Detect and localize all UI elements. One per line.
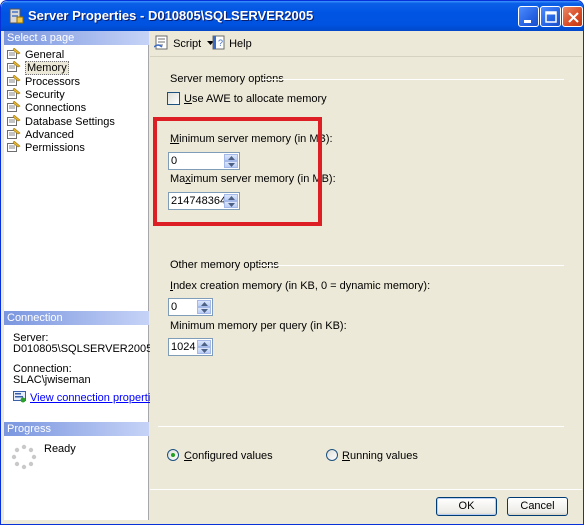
connection-properties-icon [13,391,26,403]
page-item-connections[interactable]: Connections [7,101,86,114]
maximize-icon [545,11,557,23]
query-memory-label: Minimum memory per query (in KB): [170,320,347,332]
configured-values-radio[interactable] [167,449,179,461]
help-label: Help [229,38,252,50]
cancel-button[interactable]: Cancel [507,497,568,516]
radio-selected-dot [171,453,175,457]
ok-button[interactable]: OK [436,497,497,516]
close-icon [568,12,579,23]
caret-up-icon [201,302,208,306]
index-memory-label-rest: ndex creation memory (in KB, 0 = dynamic… [173,280,431,292]
page-item-label: Processors [25,75,81,88]
dialog-button-bar: OK Cancel [150,489,582,522]
query-memory-value: 1024 [171,341,196,353]
running-values-label: Running values [342,450,418,462]
script-label: Script [173,38,202,50]
help-button[interactable]: ? Help [212,35,252,53]
page-item-memory[interactable]: Memory [7,61,69,76]
page-item-database-settings[interactable]: Database Settings [7,114,115,128]
select-page-header: Select a page [4,31,149,45]
caret-down-icon [201,349,208,353]
highlight-box [153,117,322,226]
title-bar[interactable]: Server Properties - D010805\SQLSERVER200… [1,1,583,31]
query-memory-down-button[interactable] [197,347,211,354]
server-value: D010805\SQLSERVER2005 [13,343,153,355]
page-icon [7,87,21,99]
page-icon [7,141,21,153]
index-memory-stepper[interactable]: 0 [168,298,213,316]
progress-spinner-icon [11,444,37,470]
page-item-label: Database Settings [25,115,115,128]
page-icon [7,127,21,139]
maximize-button[interactable] [540,6,561,27]
connection-header: Connection [4,311,149,325]
left-panel: Select a page General Memory Processors Sec… [4,31,162,520]
query-memory-up-button[interactable] [197,340,211,347]
view-connection-properties-label: View connection properties [30,392,162,404]
page-item-label: Security [25,88,65,101]
minimize-icon [524,20,531,23]
svg-text:?: ? [218,38,223,48]
page-icon [7,114,21,126]
page-item-label: Permissions [25,142,85,155]
index-memory-down-button[interactable] [197,307,211,314]
use-awe-label-rest: se AWE to allocate memory [191,93,327,105]
view-options-divider [158,426,564,427]
minimize-button[interactable] [518,6,539,27]
caret-down-icon [201,309,208,313]
caret-up-icon [201,342,208,346]
page-icon [7,74,21,86]
progress-header: Progress [4,422,149,436]
page-item-permissions[interactable]: Permissions [7,141,85,154]
configured-values-label-rest: onfigured values [191,450,273,462]
page-item-advanced[interactable]: Advanced [7,127,74,141]
configured-values-label: Configured values [184,450,273,462]
use-awe-checkbox[interactable] [167,92,180,105]
main-panel: Script ? Help Server memory options Use … [150,31,582,489]
use-awe-label: Use AWE to allocate memory [184,93,327,105]
page-icon [7,61,21,73]
page-item-label: General [25,49,65,61]
window-title: Server Properties - D010805\SQLSERVER200… [28,8,314,23]
help-icon: ? [212,35,225,50]
page-item-label: Memory [25,61,69,76]
server-memory-divider [262,79,564,80]
server-properties-window: Server Properties - D010805\SQLSERVER200… [0,0,584,525]
page-item-security[interactable]: Security [7,87,65,101]
other-memory-divider [258,265,564,266]
index-memory-value: 0 [171,301,178,313]
index-memory-label: Index creation memory (in KB, 0 = dynami… [170,280,431,292]
page-item-processors[interactable]: Processors [7,74,81,88]
page-item-label: Advanced [25,128,74,141]
server-icon [9,8,24,24]
script-icon [153,35,168,50]
running-values-label-rest: unning values [349,450,418,462]
page-icon [7,48,21,59]
page-item-label: Connections [25,102,87,115]
view-connection-properties-link[interactable]: View connection properties [13,391,162,404]
progress-status: Ready [44,443,76,455]
index-memory-up-button[interactable] [197,300,211,307]
toolbar-divider [150,56,582,57]
page-icon [7,101,21,113]
script-button[interactable]: Script [153,35,215,53]
running-values-radio[interactable] [326,449,338,461]
connection-value: SLAC\jwiseman [13,374,91,386]
query-memory-stepper[interactable]: 1024 [168,338,213,356]
page-item-general[interactable]: General [7,48,64,61]
close-button[interactable] [562,6,583,27]
